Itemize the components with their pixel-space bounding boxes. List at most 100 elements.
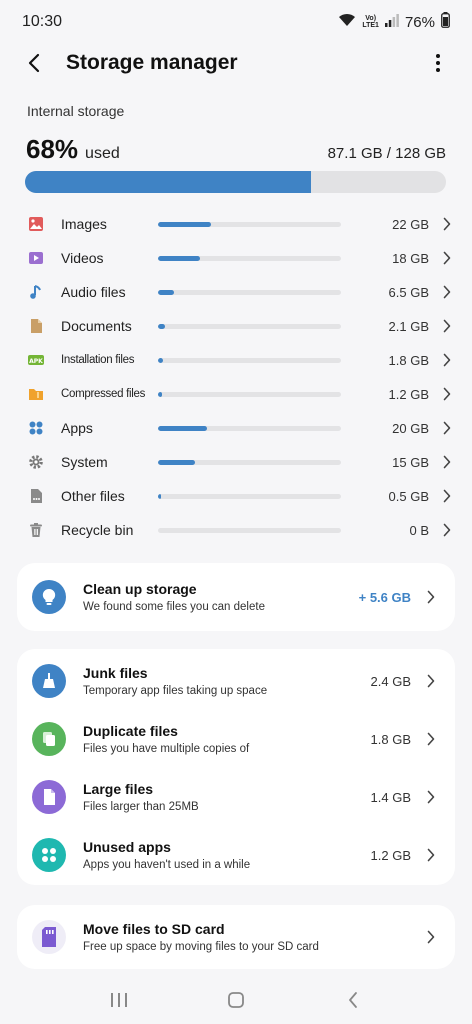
category-size: 1.2 GB: [388, 386, 429, 402]
used-word: used: [85, 145, 120, 162]
category-label: Compressed files: [61, 388, 146, 400]
chevron-right-icon: [439, 454, 455, 470]
category-size: 22 GB: [392, 216, 429, 232]
category-usage-bar: [158, 323, 341, 329]
category-row-videos[interactable]: Videos 18 GB: [0, 241, 472, 275]
category-row-apps[interactable]: Apps 20 GB: [0, 411, 472, 445]
storage-usage-summary: 68% used 87.1 GB / 128 GB: [26, 134, 446, 165]
app-bar: Storage manager: [0, 44, 472, 82]
suggestion-row-large-files[interactable]: Large files Files larger than 25MB 1.4 GB: [17, 768, 455, 826]
category-size: 2.1 GB: [388, 318, 429, 334]
chevron-right-icon: [423, 673, 439, 689]
suggestion-row-unused-apps[interactable]: Unused apps Apps you haven't used in a wh…: [17, 826, 455, 884]
cleanup-row[interactable]: Clean up storage We found some files you…: [17, 563, 455, 631]
folder-zip-icon: [26, 384, 46, 404]
lightbulb-icon: [32, 580, 66, 614]
broom-icon: [32, 664, 66, 698]
category-usage-bar: [158, 391, 341, 397]
category-label: Documents: [61, 318, 132, 334]
category-usage-bar-fill: [158, 289, 175, 295]
chevron-right-icon: [439, 488, 455, 504]
more-options-button[interactable]: [420, 45, 456, 81]
category-row-other-files[interactable]: Other files 0.5 GB: [0, 479, 472, 513]
move-to-sdcard-row[interactable]: Move files to SD card Free up space by m…: [17, 905, 455, 969]
recents-button[interactable]: [99, 984, 139, 1016]
category-row-installation-files[interactable]: APK Installation files 1.8 GB: [0, 343, 472, 377]
lte-label: LTE1: [362, 22, 379, 29]
gear-icon: [26, 452, 46, 472]
suggestion-text: Large files Files larger than 25MB: [83, 781, 371, 813]
category-usage-bar: [158, 289, 341, 295]
category-usage-bar: [158, 527, 341, 533]
category-row-compressed-files[interactable]: Compressed files 1.2 GB: [0, 377, 472, 411]
suggestion-subtitle: Files you have multiple copies of: [83, 743, 250, 755]
chevron-right-icon: [423, 731, 439, 747]
category-size: 15 GB: [392, 454, 429, 470]
category-size: 20 GB: [392, 420, 429, 436]
chevron-right-icon: [439, 420, 455, 436]
suggestion-subtitle: Apps you haven't used in a while: [83, 859, 251, 871]
category-usage-bar-fill: [158, 391, 162, 397]
cleanup-title: Clean up storage: [83, 581, 197, 597]
category-size: 1.8 GB: [388, 352, 429, 368]
battery-icon: [441, 12, 450, 32]
category-usage-bar: [158, 357, 341, 363]
chevron-right-icon: [423, 589, 439, 605]
category-row-audio-files[interactable]: Audio files 6.5 GB: [0, 275, 472, 309]
suggestion-row-junk-files[interactable]: Junk files Temporary app files taking up …: [17, 652, 455, 710]
chevron-right-icon: [423, 789, 439, 805]
suggestion-text: Duplicate files Files you have multiple c…: [83, 723, 371, 755]
category-usage-bar-fill: [158, 493, 161, 499]
category-row-system[interactable]: System 15 GB: [0, 445, 472, 479]
internal-storage-label: Internal storage: [27, 103, 125, 119]
sdcard-title: Move files to SD card: [83, 921, 225, 937]
category-label: Images: [61, 216, 107, 232]
volte-label: Vo): [365, 15, 377, 22]
category-label: Recycle bin: [61, 522, 134, 538]
category-row-recycle-bin[interactable]: Recycle bin 0 B: [0, 513, 472, 547]
category-row-documents[interactable]: Documents 2.1 GB: [0, 309, 472, 343]
suggestion-value: 1.8 GB: [370, 731, 411, 747]
svg-text:APK: APK: [29, 358, 43, 365]
suggestion-title: Junk files: [83, 665, 148, 681]
category-list: Images 22 GB Videos 18 GB Audio files 6.5 GB D…: [0, 207, 472, 547]
storage-usage-bar: [25, 171, 446, 193]
music-note-icon: [26, 282, 46, 302]
chevron-right-icon: [439, 284, 455, 300]
suggestions-card: Junk files Temporary app files taking up …: [17, 649, 455, 885]
suggestion-title: Duplicate files: [83, 723, 178, 739]
chevron-right-icon: [439, 216, 455, 232]
sdcard-icon: [32, 920, 66, 954]
chevron-right-icon: [439, 522, 455, 538]
category-label: System: [61, 454, 108, 470]
network-type: Vo) LTE1: [362, 15, 379, 29]
category-usage-bar-fill: [158, 255, 201, 261]
suggestion-text: Junk files Temporary app files taking up …: [83, 665, 371, 697]
chevron-right-icon: [423, 847, 439, 863]
category-label: Installation files: [61, 354, 135, 366]
recents-icon: [110, 993, 127, 1007]
category-row-images[interactable]: Images 22 GB: [0, 207, 472, 241]
suggestion-title: Unused apps: [83, 839, 171, 855]
category-usage-bar-fill: [158, 425, 208, 431]
suggestion-row-duplicate-files[interactable]: Duplicate files Files you have multiple c…: [17, 710, 455, 768]
category-usage-bar-fill: [158, 221, 212, 227]
cleanup-subtitle: We found some files you can delete: [83, 601, 265, 613]
back-button[interactable]: [16, 45, 52, 81]
back-arrow-icon: [28, 53, 40, 73]
category-usage-bar: [158, 493, 341, 499]
trash-icon: [26, 520, 46, 540]
category-label: Other files: [61, 488, 125, 504]
sdcard-card: Move files to SD card Free up space by m…: [17, 905, 455, 969]
category-label: Audio files: [61, 284, 126, 300]
home-button[interactable]: [216, 984, 256, 1016]
cleanup-card: Clean up storage We found some files you…: [17, 563, 455, 631]
nav-back-button[interactable]: [333, 984, 373, 1016]
suggestion-text: Unused apps Apps you haven't used in a wh…: [83, 839, 371, 871]
apps-grid-icon: [26, 418, 46, 438]
chevron-right-icon: [439, 318, 455, 334]
more-file-icon: [26, 486, 46, 506]
more-vert-icon: [436, 54, 440, 72]
system-nav-bar: [0, 980, 472, 1020]
page-title: Storage manager: [66, 51, 238, 74]
